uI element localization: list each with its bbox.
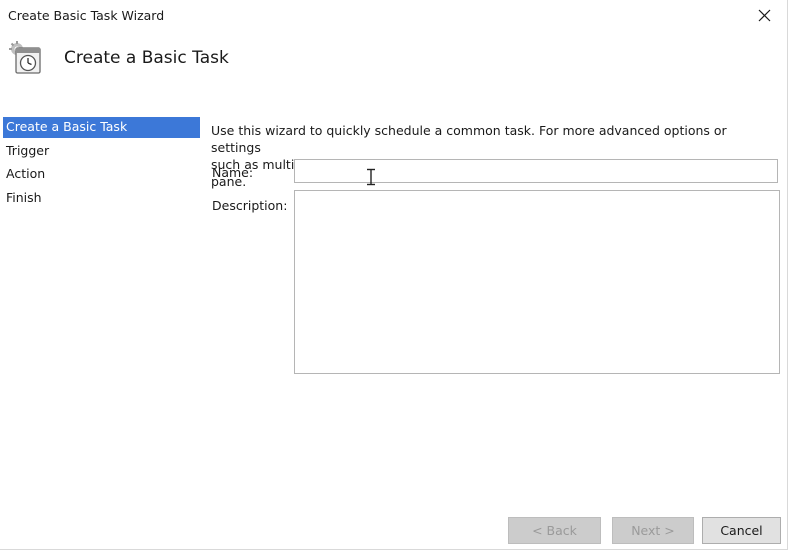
step-trigger[interactable]: Trigger (3, 141, 200, 162)
cancel-button[interactable]: Cancel (702, 517, 781, 544)
step-action[interactable]: Action (3, 164, 200, 185)
task-scheduler-clock-icon (9, 41, 41, 74)
page-title: Create a Basic Task (64, 48, 229, 68)
name-label: Name: (212, 165, 254, 180)
close-icon (758, 9, 770, 21)
step-create-basic-task[interactable]: Create a Basic Task (3, 117, 200, 138)
wizard-steps: Create a Basic Task Trigger Action Finis… (3, 117, 200, 211)
intro-line-1: Use this wizard to quickly schedule a co… (211, 123, 727, 155)
description-label: Description: (212, 198, 288, 213)
back-button[interactable]: < Back (508, 517, 601, 544)
text-cursor-icon (367, 168, 375, 186)
title-bar: Create Basic Task Wizard (0, 0, 787, 32)
next-button[interactable]: Next > (612, 517, 694, 544)
wizard-window: Create Basic Task Wizard Create a Basic … (0, 0, 788, 550)
step-finish[interactable]: Finish (3, 188, 200, 209)
window-title: Create Basic Task Wizard (8, 8, 165, 23)
description-field[interactable] (294, 190, 780, 374)
close-button[interactable] (741, 0, 787, 30)
